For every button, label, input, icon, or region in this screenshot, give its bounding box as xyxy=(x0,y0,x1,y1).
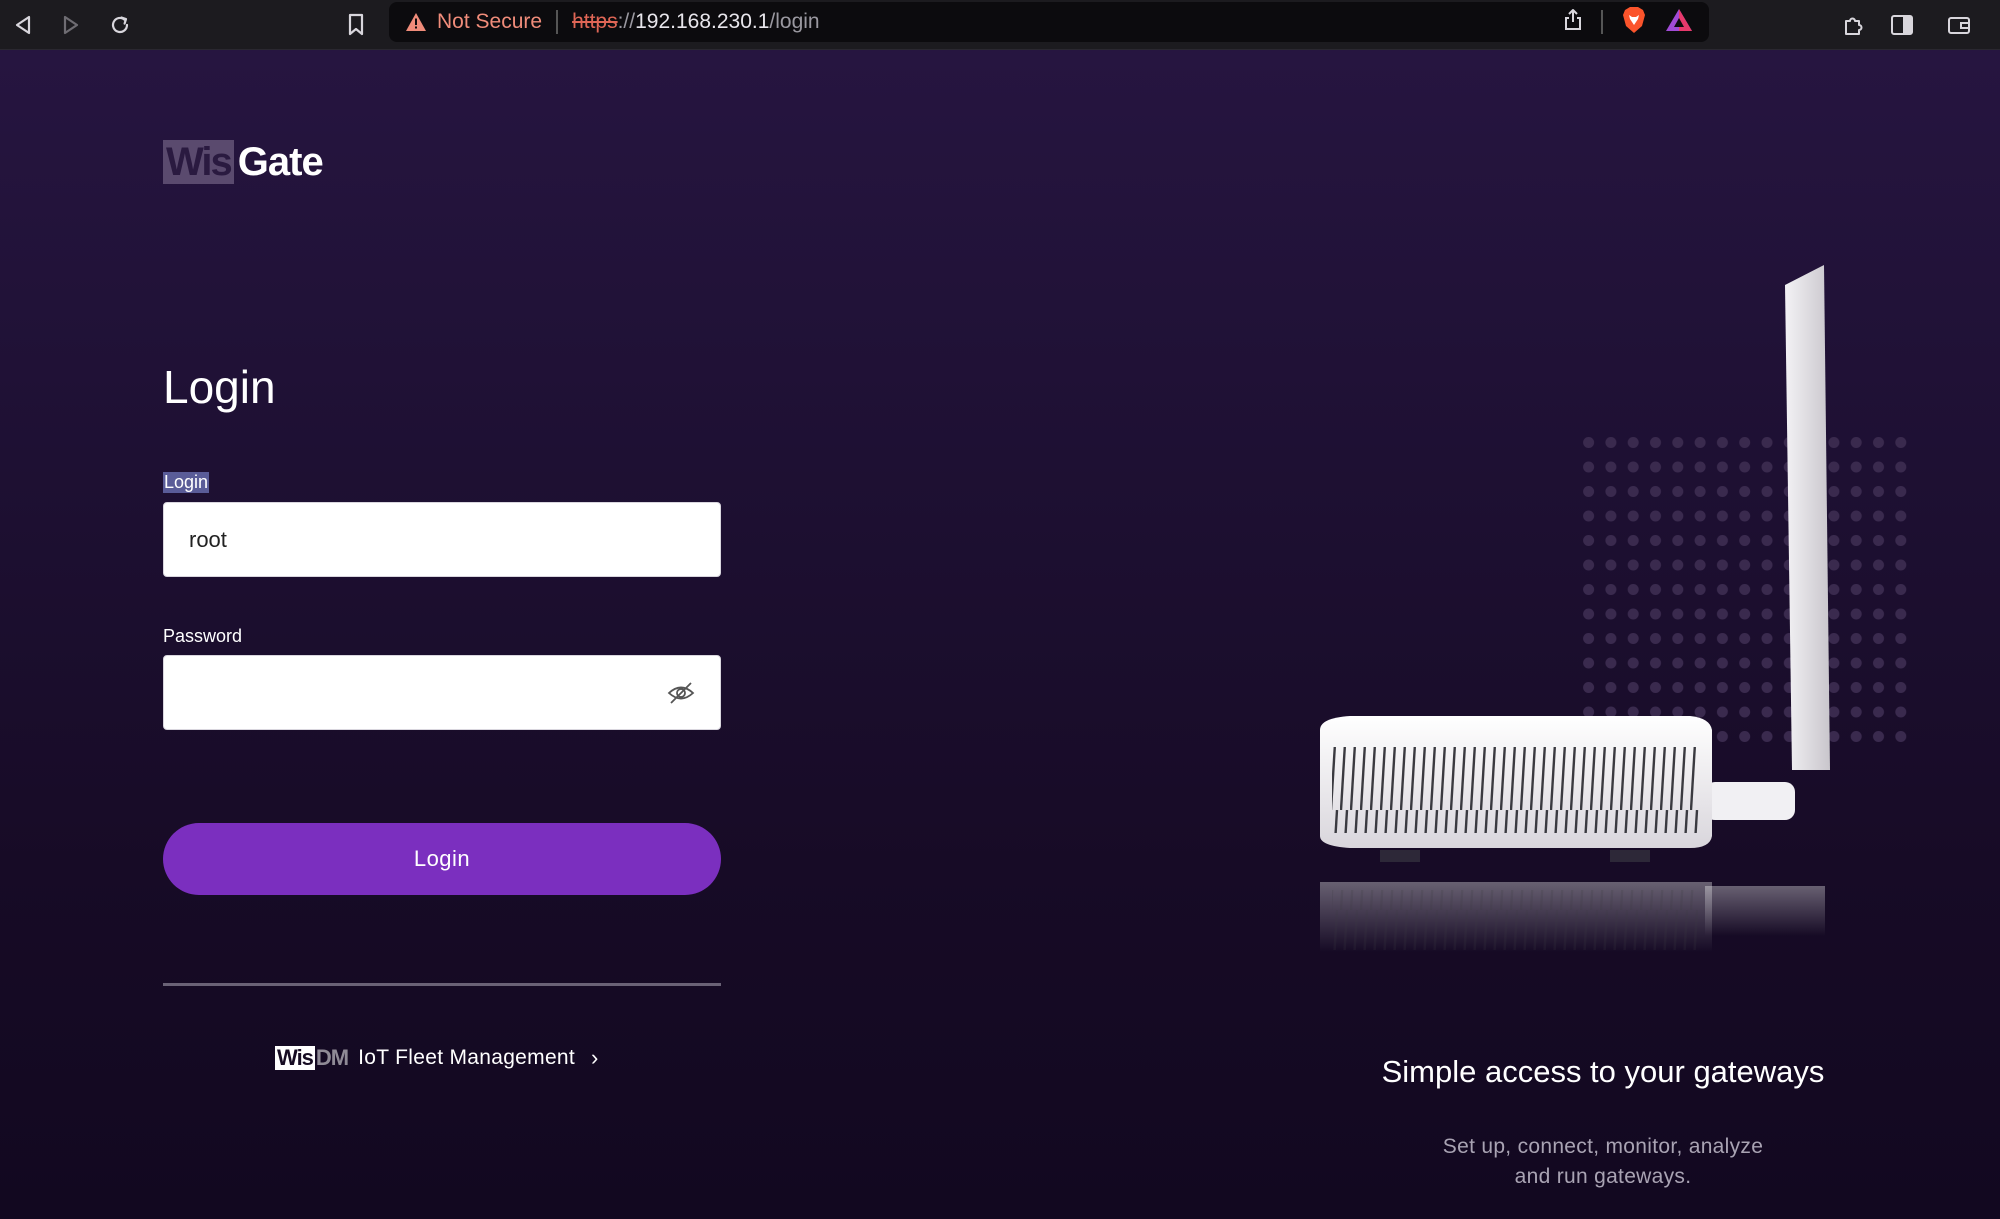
url-scheme-separator: :// xyxy=(617,10,636,33)
wisdm-link-label: IoT Fleet Management xyxy=(358,1046,576,1069)
puzzle-icon xyxy=(1845,17,1863,35)
wisgate-logo: Wis Gate xyxy=(163,139,324,185)
promo-subtitle-line-2: and run gateways. xyxy=(1514,1165,1692,1188)
wisdm-logo: Wis DM xyxy=(275,1045,349,1071)
login-page: Wis Gate Login Login Password Login WisD… xyxy=(0,50,2000,1219)
sidebar-button[interactable] xyxy=(1885,8,1919,42)
bookmark-icon xyxy=(348,13,364,36)
url-divider xyxy=(556,10,559,34)
password-label: Password xyxy=(163,626,243,646)
url-host: 192.168.230.1 xyxy=(635,10,770,33)
divider xyxy=(163,983,721,986)
dot-grid-decoration xyxy=(1574,435,1910,745)
login-input[interactable] xyxy=(163,502,721,577)
address-bar-actions xyxy=(1563,2,1693,42)
security-status-label[interactable]: Not Secure xyxy=(437,10,542,34)
promo-title: Simple access to your gateways xyxy=(1381,1054,1825,1089)
reload-icon xyxy=(111,16,129,34)
sidebar-icon xyxy=(1891,15,1913,35)
eye-off-icon xyxy=(667,682,695,704)
forward-button[interactable] xyxy=(54,8,88,42)
toggle-password-visibility-button[interactable] xyxy=(664,677,698,709)
back-button[interactable] xyxy=(6,8,40,42)
wisdm-logo-wis: Wis xyxy=(275,1045,315,1070)
logo-gate: Gate xyxy=(237,140,324,184)
wisdm-logo-dm: DM xyxy=(315,1045,349,1070)
login-label: Login xyxy=(163,472,210,493)
url-text[interactable]: https://192.168.230.1/login xyxy=(572,10,820,34)
forward-icon xyxy=(63,15,79,35)
warning-icon[interactable] xyxy=(405,12,427,32)
promo-subtitle: Set up, connect, monitor, analyze and ru… xyxy=(1280,1132,1926,1192)
url-path: /login xyxy=(769,10,820,33)
extensions-button[interactable] xyxy=(1837,8,1871,42)
back-icon xyxy=(15,15,31,35)
chevron-right-icon: › xyxy=(591,1045,599,1070)
bookmark-button[interactable] xyxy=(339,8,373,42)
toolbar-divider xyxy=(1601,10,1603,34)
url-scheme: https xyxy=(572,10,618,33)
address-bar[interactable]: Not Secure https://192.168.230.1/login xyxy=(389,2,1709,42)
page-title: Login xyxy=(163,361,276,413)
browser-toolbar: Not Secure https://192.168.230.1/login xyxy=(0,0,2000,50)
promo-subtitle-line-1: Set up, connect, monitor, analyze xyxy=(1442,1135,1764,1158)
password-input[interactable] xyxy=(163,655,721,730)
reload-button[interactable] xyxy=(103,8,137,42)
gateway-illustration xyxy=(1320,265,1910,952)
brave-shield-icon[interactable] xyxy=(1621,6,1647,39)
wallet-button[interactable] xyxy=(1942,8,1976,42)
wisdm-fleet-management-link[interactable]: Wis DM IoT Fleet Management › xyxy=(275,1041,598,1075)
antenna xyxy=(1785,265,1830,770)
share-icon[interactable] xyxy=(1563,8,1583,37)
brave-rewards-icon[interactable] xyxy=(1665,8,1693,37)
login-button[interactable]: Login xyxy=(163,823,721,895)
wallet-icon xyxy=(1948,17,1970,34)
logo-wis: Wis xyxy=(163,140,234,184)
